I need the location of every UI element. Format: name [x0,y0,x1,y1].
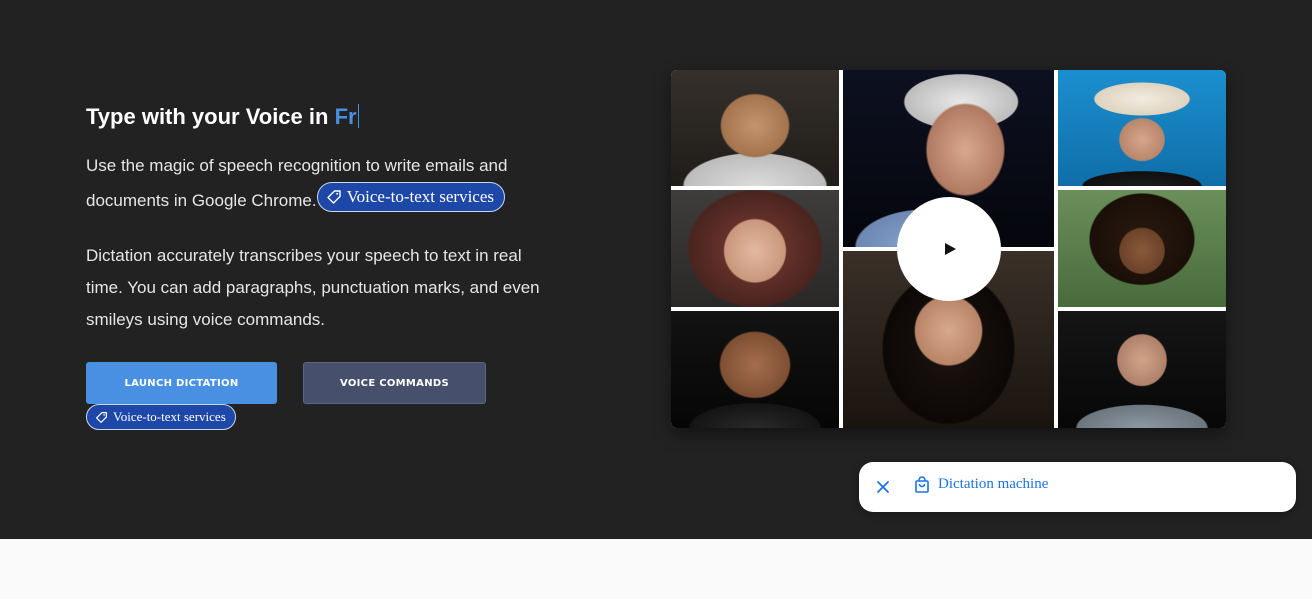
portrait-man-cowboy-hat [1058,70,1226,186]
play-icon [945,243,956,255]
heading-language: Fr [334,104,357,129]
portrait-man-hoodie [1058,311,1226,428]
hero-section: Type with your Voice in Fr Use the magic… [0,0,1312,539]
portrait-woman-headscarf [671,190,839,307]
hero-paragraph-2: Dictation accurately transcribes your sp… [86,246,540,329]
tag-label: Voice-to-text services [113,409,226,424]
heading-prefix: Type with your Voice in [86,104,335,129]
typing-caret [357,104,359,128]
portrait-woman-curly-hair [1058,190,1226,307]
voice-to-text-tag-below[interactable]: Voice-to-text services [86,404,236,430]
dictation-machine-link[interactable]: Dictation machine [914,476,1048,493]
portrait-smiling-man [671,311,839,428]
hero-heading: Type with your Voice in Fr [86,101,359,133]
popup-link-label: Dictation machine [938,476,1049,492]
hero-paragraph-1: Use the magic of speech recognition to w… [86,150,556,217]
play-button[interactable] [897,197,1001,301]
close-icon[interactable] [873,477,893,497]
video-collage[interactable] [671,70,1226,428]
portrait-young-man [671,70,839,186]
tag-icon [95,411,108,424]
shopping-bag-icon [914,476,930,493]
lower-section [0,539,1312,599]
launch-dictation-button[interactable]: LAUNCH DICTATION [86,362,277,404]
voice-commands-button[interactable]: VOICE COMMANDS [303,362,486,404]
tag-icon [326,189,342,205]
shopping-suggestion-popup: Dictation machine [859,462,1296,512]
voice-to-text-tag-inline[interactable]: Voice-to-text services [316,182,506,212]
tag-label: Voice-to-text services [346,187,495,206]
